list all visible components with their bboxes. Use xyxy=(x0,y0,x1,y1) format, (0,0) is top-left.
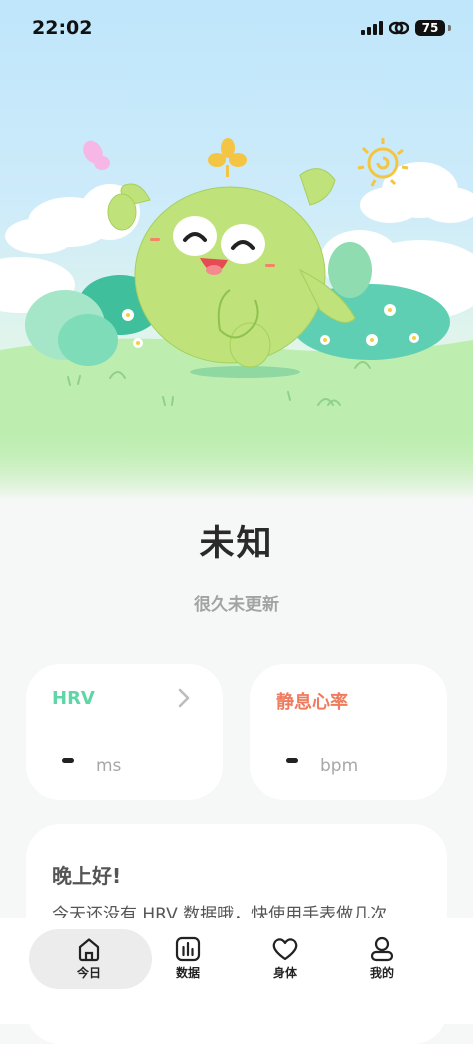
tab-profile[interactable]: 我的 xyxy=(320,930,444,990)
home-icon xyxy=(78,938,100,962)
heart-icon xyxy=(272,938,298,961)
resting-heart-rate-unit: bpm xyxy=(320,756,359,776)
chart-icon xyxy=(175,936,201,962)
status-time: 22:02 xyxy=(32,17,93,39)
hrv-card-label: HRV xyxy=(52,688,95,709)
profile-icon xyxy=(370,936,394,962)
page-title: 未知 xyxy=(199,524,274,564)
greeting-title: 晚上好! xyxy=(52,864,122,888)
tab-data-label: 数据 xyxy=(175,966,200,980)
resting-heart-rate-card[interactable]: 静息心率 bpm xyxy=(250,664,447,800)
status-summary: 未知 很久未更新 xyxy=(0,515,473,615)
hrv-value xyxy=(62,758,74,763)
chevron-right-icon[interactable] xyxy=(171,686,195,710)
hrv-card[interactable]: HRV ms xyxy=(26,664,223,800)
status-bar: 22:02 75 xyxy=(0,0,473,56)
signal-icon xyxy=(361,21,383,35)
battery-indicator: 75 xyxy=(415,20,445,36)
tab-profile-label: 我的 xyxy=(369,966,394,980)
mascot-illustration xyxy=(0,138,473,500)
bottom-tab-bar: 今日 数据 身体 我的 xyxy=(0,918,473,1024)
hrv-unit: ms xyxy=(96,756,122,776)
hero-banner xyxy=(0,0,473,500)
page-subtitle: 很久未更新 xyxy=(194,595,279,615)
tab-today-label: 今日 xyxy=(76,966,101,980)
resting-heart-rate-label: 静息心率 xyxy=(276,692,348,713)
link-icon xyxy=(389,21,409,35)
resting-heart-rate-value xyxy=(286,758,298,763)
battery-tip-icon xyxy=(448,25,451,31)
tab-body-label: 身体 xyxy=(272,966,297,980)
